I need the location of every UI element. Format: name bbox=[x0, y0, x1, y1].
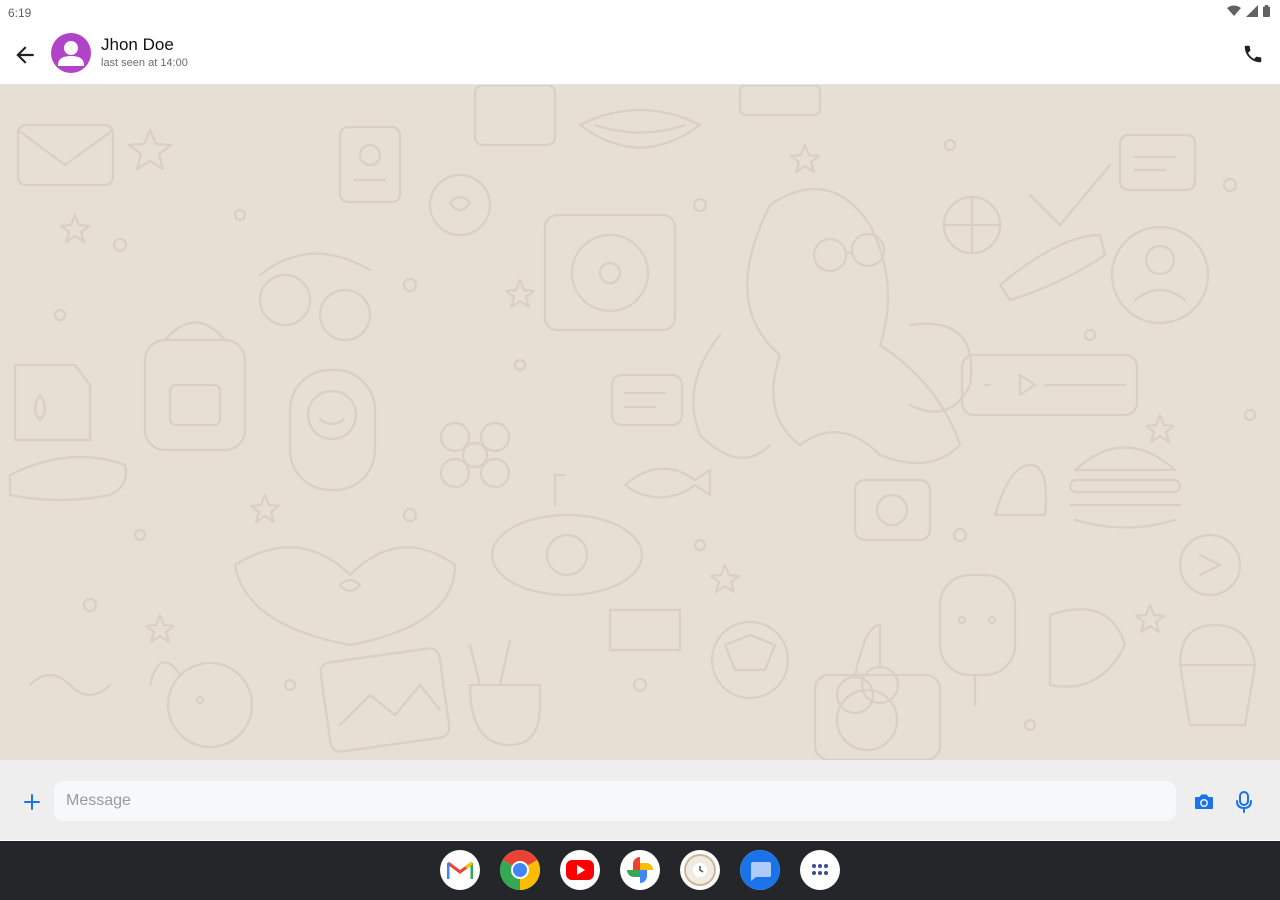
wifi-icon bbox=[1227, 5, 1241, 16]
back-button[interactable] bbox=[12, 42, 38, 68]
mic-button[interactable] bbox=[1233, 790, 1255, 814]
message-input[interactable] bbox=[54, 781, 1176, 821]
message-composer bbox=[0, 760, 1280, 840]
avatar-person-icon bbox=[58, 41, 84, 66]
chat-messages-area[interactable] bbox=[0, 85, 1280, 760]
clock-app[interactable] bbox=[680, 850, 720, 890]
messages-app[interactable] bbox=[740, 850, 780, 890]
chrome-app[interactable] bbox=[500, 850, 540, 890]
gmail-icon bbox=[447, 861, 473, 879]
signal-icon bbox=[1246, 5, 1258, 17]
back-arrow-icon bbox=[16, 46, 34, 64]
clock-app-icon bbox=[684, 854, 716, 886]
app-dock bbox=[440, 850, 840, 890]
attach-button[interactable] bbox=[20, 790, 44, 814]
youtube-app[interactable] bbox=[560, 850, 600, 890]
status-time: 6:19 bbox=[8, 6, 32, 20]
call-button[interactable] bbox=[1242, 43, 1266, 67]
status-icons bbox=[1227, 5, 1270, 17]
chat-header: Jhon Doe last seen at 14:00 bbox=[0, 26, 1280, 85]
app-drawer-button[interactable] bbox=[800, 850, 840, 890]
doodle-wallpaper bbox=[8, 85, 1257, 760]
photos-icon bbox=[627, 857, 653, 883]
avatar[interactable] bbox=[51, 33, 91, 73]
taskbar bbox=[0, 841, 1280, 900]
last-seen-status: last seen at 14:00 bbox=[101, 57, 188, 69]
status-bar: 6:19 bbox=[0, 0, 1280, 26]
chrome-icon bbox=[500, 850, 540, 890]
camera-icon bbox=[1195, 794, 1213, 809]
photos-app[interactable] bbox=[620, 850, 660, 890]
app-drawer-icon bbox=[812, 864, 828, 875]
mic-icon bbox=[1236, 791, 1252, 813]
youtube-icon bbox=[566, 860, 594, 880]
gmail-app[interactable] bbox=[440, 850, 480, 890]
phone-icon bbox=[1244, 45, 1262, 63]
messages-icon bbox=[740, 850, 780, 890]
battery-icon bbox=[1263, 5, 1270, 17]
camera-button[interactable] bbox=[1192, 790, 1216, 814]
contact-name[interactable]: Jhon Doe bbox=[101, 35, 174, 55]
plus-icon bbox=[24, 794, 40, 810]
